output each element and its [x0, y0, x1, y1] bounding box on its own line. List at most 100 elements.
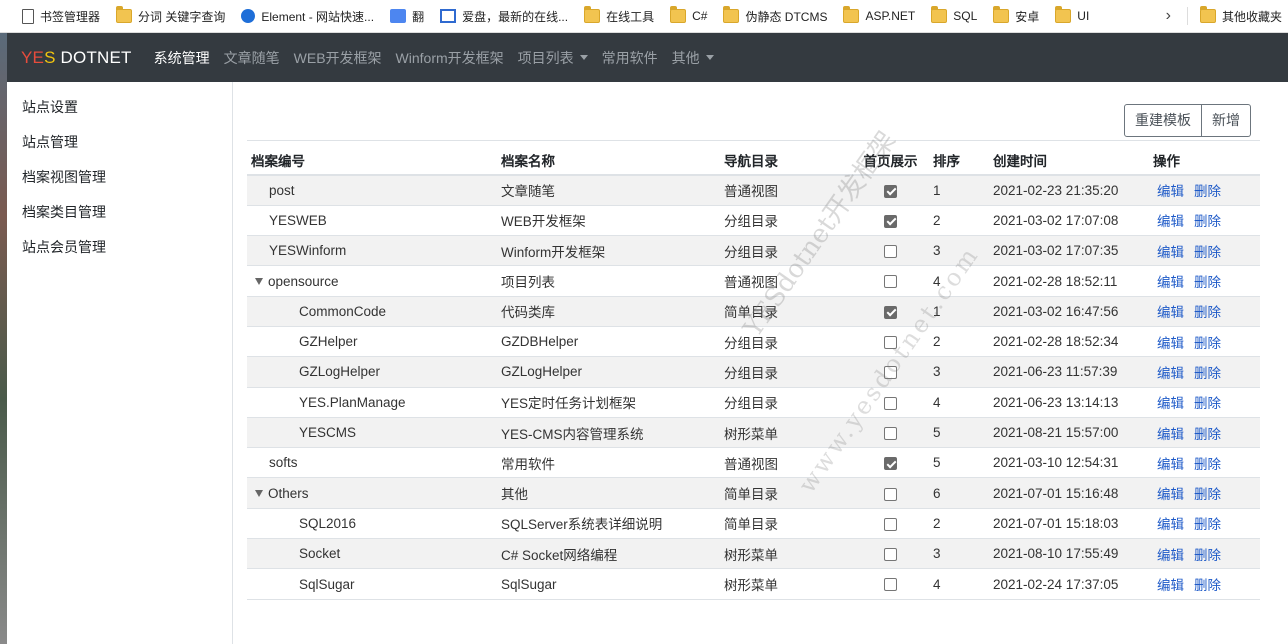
code-text: GZHelper: [299, 334, 358, 350]
edit-link[interactable]: 编辑: [1157, 396, 1184, 411]
cell-sort: 1: [929, 295, 989, 327]
edit-link[interactable]: 编辑: [1157, 305, 1184, 320]
delete-link[interactable]: 删除: [1194, 427, 1221, 442]
bookmark-item[interactable]: 书签管理器: [16, 0, 106, 33]
nav-item-6[interactable]: 常用软件: [602, 48, 658, 68]
sidebar-item-1[interactable]: 站点设置: [7, 86, 232, 121]
nav-item-4[interactable]: Winform开发框架: [396, 48, 504, 68]
home-display-checkbox[interactable]: [884, 487, 897, 501]
header-nav[interactable]: 导航目录: [720, 145, 852, 176]
rebuild-template-button[interactable]: 重建模板: [1124, 104, 1202, 137]
bookmark-item[interactable]: ASP.NET: [837, 0, 921, 33]
nav-item-5[interactable]: 项目列表: [518, 48, 588, 68]
table-row: opensource 项目列表 普通视图 4 2021-02-28 18:52:11 编辑…: [247, 265, 1260, 297]
brand-logo[interactable]: YES DOTNET: [21, 48, 132, 68]
cell-time: 2021-08-21 15:57:00: [989, 416, 1149, 448]
expand-toggle-icon[interactable]: [255, 277, 263, 285]
bookmark-item[interactable]: UI: [1049, 0, 1095, 33]
cell-name: 文章随笔: [497, 174, 720, 206]
header-home[interactable]: 首页展示: [852, 145, 929, 176]
cell-actions: 编辑 删除: [1149, 295, 1260, 327]
edit-link[interactable]: 编辑: [1157, 457, 1184, 472]
home-display-checkbox[interactable]: [884, 214, 897, 228]
delete-link[interactable]: 删除: [1194, 548, 1221, 563]
cell-sort: 2: [929, 325, 989, 357]
cell-actions: 编辑 删除: [1149, 204, 1260, 236]
delete-link[interactable]: 删除: [1194, 578, 1221, 593]
home-display-checkbox[interactable]: [884, 245, 897, 259]
home-display-checkbox[interactable]: [884, 336, 897, 350]
edit-link[interactable]: 编辑: [1157, 336, 1184, 351]
sidebar-item-2[interactable]: 站点管理: [7, 121, 232, 156]
nav-item-7[interactable]: 其他: [672, 48, 714, 68]
brand-name-rest: DOTNET: [55, 47, 132, 67]
edit-link[interactable]: 编辑: [1157, 366, 1184, 381]
bookmark-item[interactable]: 分词 关键字查询: [110, 0, 231, 33]
delete-link[interactable]: 删除: [1194, 214, 1221, 229]
folder-icon: [584, 6, 601, 23]
bookmarks-overflow-chevron-icon[interactable]: ›: [1156, 7, 1181, 25]
delete-link[interactable]: 删除: [1194, 457, 1221, 472]
expand-toggle-icon[interactable]: [255, 489, 263, 497]
nav-item-3[interactable]: WEB开发框架: [294, 48, 382, 68]
cell-time: 2021-02-28 18:52:34: [989, 325, 1149, 357]
code-text: SQL2016: [299, 515, 357, 531]
edit-link[interactable]: 编辑: [1157, 214, 1184, 229]
home-display-checkbox[interactable]: [884, 426, 897, 440]
home-display-checkbox[interactable]: [884, 184, 897, 198]
home-display-checkbox[interactable]: [884, 366, 897, 380]
delete-link[interactable]: 删除: [1194, 396, 1221, 411]
header-code[interactable]: 档案编号: [247, 145, 497, 176]
home-display-checkbox[interactable]: [884, 305, 897, 319]
home-display-checkbox[interactable]: [884, 548, 897, 562]
home-display-checkbox[interactable]: [884, 396, 897, 410]
sidebar-item-5[interactable]: 站点会员管理: [7, 226, 232, 261]
delete-link[interactable]: 删除: [1194, 305, 1221, 320]
bookmark-item[interactable]: Element - 网站快速...: [235, 0, 380, 33]
sidebar-item-4[interactable]: 档案类目管理: [7, 191, 232, 226]
other-bookmarks-folder[interactable]: 其他收藏夹: [1194, 0, 1288, 33]
delete-link[interactable]: 删除: [1194, 184, 1221, 199]
edit-link[interactable]: 编辑: [1157, 184, 1184, 199]
bookmark-item[interactable]: 翻: [384, 0, 430, 33]
bookmark-item[interactable]: 安卓: [987, 0, 1045, 33]
header-name[interactable]: 档案名称: [497, 145, 720, 176]
nav-item-1[interactable]: 系统管理: [154, 48, 210, 68]
edit-link[interactable]: 编辑: [1157, 578, 1184, 593]
home-display-checkbox[interactable]: [884, 457, 897, 471]
cell-sort: 6: [929, 477, 989, 509]
delete-link[interactable]: 删除: [1194, 245, 1221, 260]
sidebar-item-3[interactable]: 档案视图管理: [7, 156, 232, 191]
edit-link[interactable]: 编辑: [1157, 548, 1184, 563]
bookmark-item[interactable]: SQL: [925, 0, 983, 33]
header-sort[interactable]: 排序: [929, 145, 989, 176]
cell-actions: 编辑 删除: [1149, 507, 1260, 539]
table-row: YES.PlanManage YES定时任务计划框架 分组目录 4 2021-06-23…: [247, 386, 1260, 418]
edit-link[interactable]: 编辑: [1157, 517, 1184, 532]
add-button[interactable]: 新增: [1202, 104, 1251, 137]
nav-item-2[interactable]: 文章随笔: [224, 48, 280, 68]
bookmark-label: SQL: [953, 9, 978, 23]
bookmark-item[interactable]: 爱盘，最新的在线...: [434, 0, 574, 33]
delete-link[interactable]: 删除: [1194, 336, 1221, 351]
home-display-checkbox[interactable]: [884, 275, 897, 289]
home-display-checkbox[interactable]: [884, 578, 897, 592]
delete-link[interactable]: 删除: [1194, 275, 1221, 290]
bookmark-item[interactable]: 伪静态 DTCMS: [717, 0, 833, 33]
header-time[interactable]: 创建时间: [989, 145, 1149, 176]
edit-link[interactable]: 编辑: [1157, 245, 1184, 260]
delete-link[interactable]: 删除: [1194, 487, 1221, 502]
edit-link[interactable]: 编辑: [1157, 487, 1184, 502]
delete-link[interactable]: 删除: [1194, 366, 1221, 381]
bookmark-item[interactable]: 在线工具: [578, 0, 660, 33]
sidebar-menu: 站点设置 站点管理 档案视图管理 档案类目管理 站点会员管理: [7, 86, 232, 261]
edit-link[interactable]: 编辑: [1157, 275, 1184, 290]
cell-home: [852, 568, 929, 600]
cell-nav: 普通视图: [720, 174, 852, 206]
bookmark-item[interactable]: C#: [664, 0, 713, 33]
delete-link[interactable]: 删除: [1194, 517, 1221, 532]
home-display-checkbox[interactable]: [884, 517, 897, 531]
edit-link[interactable]: 编辑: [1157, 427, 1184, 442]
bookmark-label: 书签管理器: [40, 9, 101, 24]
desktop-background-strip: [0, 33, 7, 644]
